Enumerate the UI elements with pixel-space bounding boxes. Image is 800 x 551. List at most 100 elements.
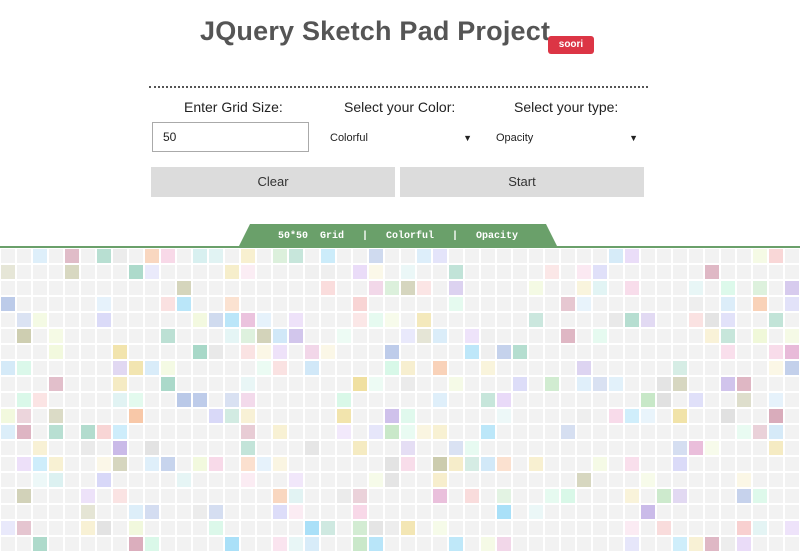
grid-cell[interactable] <box>0 376 16 392</box>
grid-cell[interactable] <box>768 376 784 392</box>
grid-cell[interactable] <box>448 408 464 424</box>
grid-cell[interactable] <box>784 248 800 264</box>
grid-cell[interactable] <box>64 328 80 344</box>
grid-cell[interactable] <box>336 264 352 280</box>
grid-cell[interactable] <box>128 504 144 520</box>
grid-cell[interactable] <box>192 488 208 504</box>
grid-cell[interactable] <box>592 456 608 472</box>
grid-cell[interactable] <box>496 344 512 360</box>
sketch-grid[interactable] <box>0 248 800 551</box>
grid-cell[interactable] <box>384 504 400 520</box>
grid-cell[interactable] <box>400 472 416 488</box>
grid-cell[interactable] <box>624 360 640 376</box>
grid-cell[interactable] <box>704 392 720 408</box>
grid-cell[interactable] <box>432 440 448 456</box>
grid-cell[interactable] <box>192 456 208 472</box>
grid-cell[interactable] <box>304 312 320 328</box>
grid-cell[interactable] <box>256 264 272 280</box>
grid-cell[interactable] <box>432 408 448 424</box>
grid-cell[interactable] <box>784 376 800 392</box>
grid-cell[interactable] <box>144 264 160 280</box>
grid-cell[interactable] <box>704 344 720 360</box>
grid-cell[interactable] <box>288 392 304 408</box>
grid-cell[interactable] <box>752 360 768 376</box>
grid-cell[interactable] <box>240 456 256 472</box>
grid-cell[interactable] <box>672 424 688 440</box>
grid-cell[interactable] <box>560 360 576 376</box>
grid-cell[interactable] <box>304 296 320 312</box>
grid-cell[interactable] <box>336 536 352 551</box>
grid-cell[interactable] <box>640 488 656 504</box>
grid-cell[interactable] <box>272 312 288 328</box>
grid-cell[interactable] <box>128 520 144 536</box>
grid-cell[interactable] <box>384 296 400 312</box>
grid-cell[interactable] <box>416 296 432 312</box>
grid-cell[interactable] <box>608 248 624 264</box>
grid-cell[interactable] <box>560 248 576 264</box>
grid-cell[interactable] <box>288 328 304 344</box>
grid-cell[interactable] <box>672 360 688 376</box>
grid-cell[interactable] <box>512 456 528 472</box>
grid-cell[interactable] <box>224 488 240 504</box>
grid-cell[interactable] <box>352 376 368 392</box>
grid-cell[interactable] <box>32 408 48 424</box>
grid-cell[interactable] <box>688 248 704 264</box>
grid-cell[interactable] <box>640 408 656 424</box>
grid-cell[interactable] <box>448 424 464 440</box>
grid-cell[interactable] <box>160 376 176 392</box>
grid-cell[interactable] <box>48 488 64 504</box>
grid-cell[interactable] <box>720 376 736 392</box>
grid-cell[interactable] <box>256 424 272 440</box>
grid-cell[interactable] <box>448 392 464 408</box>
grid-cell[interactable] <box>192 280 208 296</box>
grid-cell[interactable] <box>464 296 480 312</box>
grid-cell[interactable] <box>448 520 464 536</box>
grid-cell[interactable] <box>448 456 464 472</box>
grid-cell[interactable] <box>32 376 48 392</box>
grid-cell[interactable] <box>272 440 288 456</box>
grid-cell[interactable] <box>768 328 784 344</box>
grid-cell[interactable] <box>416 344 432 360</box>
grid-cell[interactable] <box>336 504 352 520</box>
grid-cell[interactable] <box>592 360 608 376</box>
grid-cell[interactable] <box>464 488 480 504</box>
grid-cell[interactable] <box>480 408 496 424</box>
grid-cell[interactable] <box>208 536 224 551</box>
grid-cell[interactable] <box>240 472 256 488</box>
grid-cell[interactable] <box>624 376 640 392</box>
grid-cell[interactable] <box>480 296 496 312</box>
grid-cell[interactable] <box>80 312 96 328</box>
grid-cell[interactable] <box>512 520 528 536</box>
grid-cell[interactable] <box>304 536 320 551</box>
grid-cell[interactable] <box>304 344 320 360</box>
grid-cell[interactable] <box>416 280 432 296</box>
grid-cell[interactable] <box>736 296 752 312</box>
grid-cell[interactable] <box>560 440 576 456</box>
grid-cell[interactable] <box>672 504 688 520</box>
grid-cell[interactable] <box>672 344 688 360</box>
grid-cell[interactable] <box>384 488 400 504</box>
grid-cell[interactable] <box>128 408 144 424</box>
grid-cell[interactable] <box>80 440 96 456</box>
grid-cell[interactable] <box>736 472 752 488</box>
grid-cell[interactable] <box>352 456 368 472</box>
grid-cell[interactable] <box>672 408 688 424</box>
grid-cell[interactable] <box>640 456 656 472</box>
grid-cell[interactable] <box>304 424 320 440</box>
grid-cell[interactable] <box>128 472 144 488</box>
grid-cell[interactable] <box>688 488 704 504</box>
grid-cell[interactable] <box>208 504 224 520</box>
grid-cell[interactable] <box>416 536 432 551</box>
grid-cell[interactable] <box>592 296 608 312</box>
grid-cell[interactable] <box>336 392 352 408</box>
grid-cell[interactable] <box>656 424 672 440</box>
grid-cell[interactable] <box>208 344 224 360</box>
grid-cell[interactable] <box>0 520 16 536</box>
grid-cell[interactable] <box>128 296 144 312</box>
grid-cell[interactable] <box>176 248 192 264</box>
grid-cell[interactable] <box>592 440 608 456</box>
grid-cell[interactable] <box>384 248 400 264</box>
grid-cell[interactable] <box>320 408 336 424</box>
grid-cell[interactable] <box>224 376 240 392</box>
grid-cell[interactable] <box>96 488 112 504</box>
